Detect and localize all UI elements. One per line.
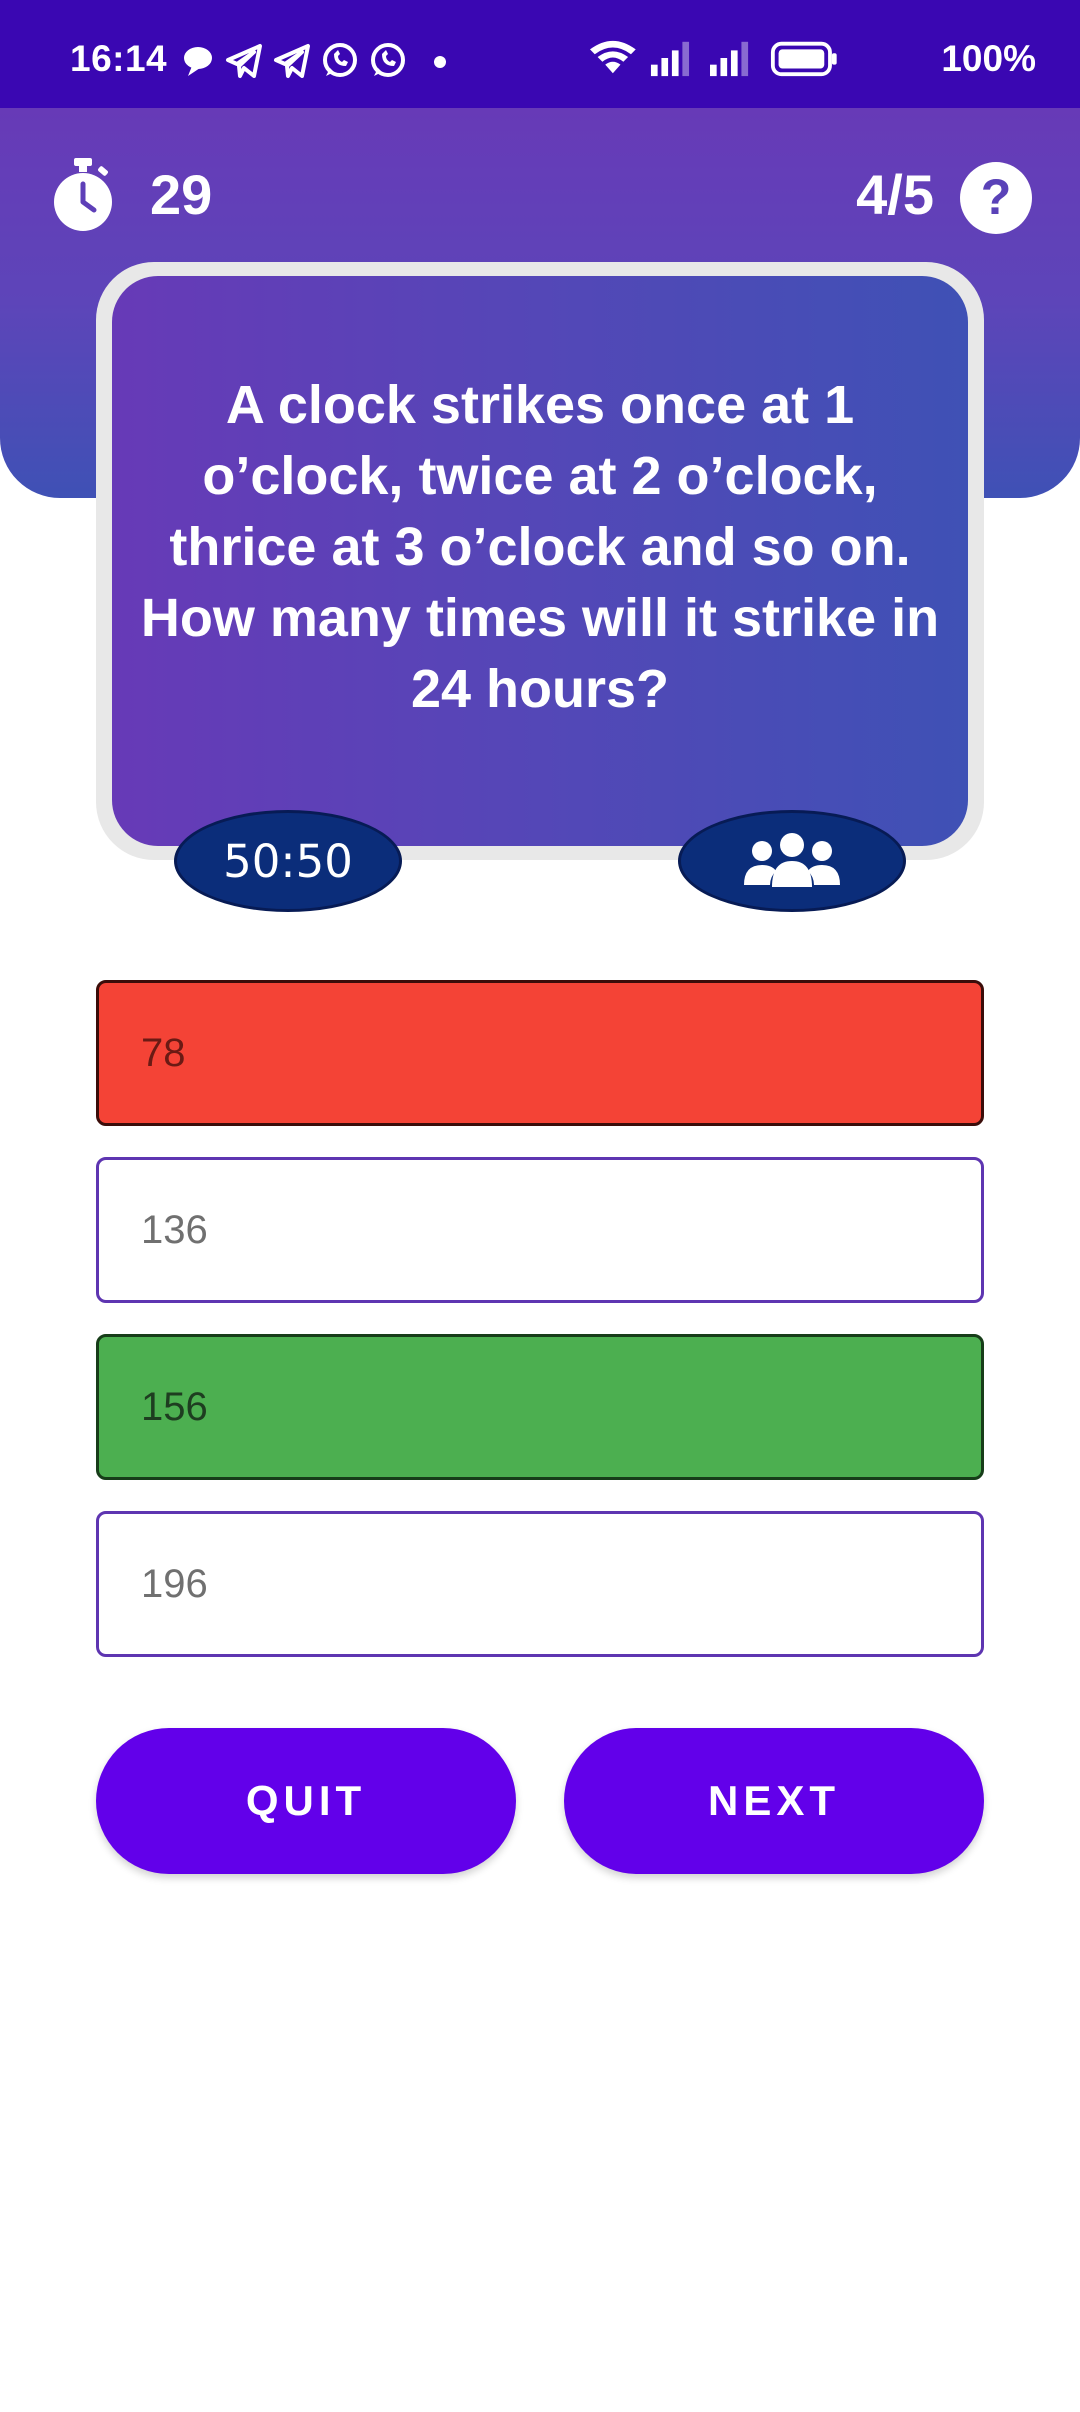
notification-icons — [184, 43, 446, 78]
quit-button[interactable]: QUIT — [96, 1728, 516, 1874]
timer-value: 29 — [150, 163, 213, 226]
whatsapp-icon — [371, 43, 405, 77]
status-time: 16:14 — [70, 38, 168, 79]
telegram-icon — [226, 44, 262, 78]
question-panel: A clock strikes once at 1 o’clock, twice… — [112, 276, 968, 846]
fifty-fifty-label: 50:50 — [223, 834, 353, 888]
answer-option-4[interactable]: 196 — [96, 1511, 984, 1657]
answer-option-2[interactable]: 136 — [96, 1157, 984, 1303]
wifi-icon — [590, 40, 636, 74]
question-icon[interactable]: ? — [960, 162, 1032, 234]
question-text: A clock strikes once at 1 o’clock, twice… — [140, 374, 940, 719]
fifty-fifty-button[interactable]: 50:50 — [174, 810, 402, 912]
answer-option-label: 196 — [141, 1561, 208, 1606]
answer-option-label: 78 — [141, 1030, 186, 1075]
signal-icon — [650, 41, 690, 77]
audience-poll-button[interactable] — [678, 810, 906, 912]
signal-icon — [710, 41, 749, 77]
svg-text:?: ? — [981, 169, 1012, 225]
telegram-icon — [274, 44, 310, 78]
whatsapp-icon — [323, 43, 357, 77]
next-button[interactable]: NEXT — [564, 1728, 984, 1874]
dot-icon — [434, 56, 446, 68]
battery-icon — [770, 41, 837, 77]
system-icons — [590, 40, 837, 77]
people-group-icon — [744, 833, 840, 887]
answer-option-label: 136 — [141, 1207, 208, 1252]
chat-icon — [184, 47, 212, 76]
answer-option-3[interactable]: 156 — [96, 1334, 984, 1480]
battery-percent: 100% — [941, 38, 1036, 79]
question-progress: 4/5 — [856, 163, 934, 226]
status-bar: 16:14 100% — [0, 0, 1080, 108]
next-button-label: NEXT — [707, 1777, 840, 1824]
answer-option-label: 156 — [141, 1384, 208, 1429]
stopwatch-icon — [54, 158, 112, 231]
quit-button-label: QUIT — [245, 1777, 367, 1824]
answer-option-1[interactable]: 78 — [96, 980, 984, 1126]
